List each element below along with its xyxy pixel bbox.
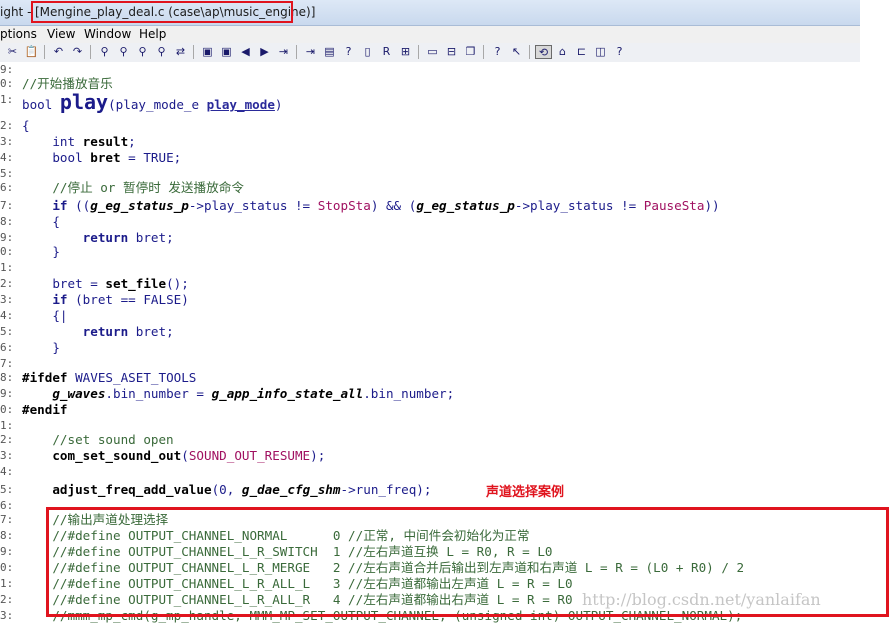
bookmark-next-icon[interactable]: ▣	[218, 45, 235, 59]
paste-icon[interactable]: 📋	[23, 45, 40, 59]
help-cursor-icon[interactable]: ↖	[508, 45, 525, 59]
window-cascade-icon[interactable]: ❐	[462, 45, 479, 59]
toolbar-separator	[529, 45, 530, 59]
menu-window[interactable]: Window	[84, 27, 131, 41]
watermark: http://blog.csdn.net/yanlaifan	[582, 590, 821, 609]
forward-icon[interactable]: ▶	[256, 45, 273, 59]
context-icon[interactable]: ⌂	[554, 45, 571, 59]
line-text: {|	[22, 308, 68, 323]
line-text: return bret;	[22, 324, 174, 339]
line-text: bool play(play_mode_e play_mode)	[22, 90, 283, 114]
toolbar-separator	[44, 45, 45, 59]
toolbar-separator	[90, 45, 91, 59]
redo-icon[interactable]: ↷	[69, 45, 86, 59]
line-text: int result;	[22, 134, 136, 149]
menu-view[interactable]: View	[47, 27, 75, 41]
line-number: 1:	[0, 577, 14, 590]
bookmark-icon[interactable]: ▣	[199, 45, 216, 59]
line-text: {	[22, 214, 60, 229]
app-name: ight -	[0, 5, 32, 19]
toolbar-separator	[483, 45, 484, 59]
line-number: 2:	[0, 119, 14, 132]
line-number: 2:	[0, 593, 14, 606]
line-text: //set sound open	[22, 432, 174, 447]
line-number: 1:	[0, 93, 14, 106]
book-icon[interactable]: ▯	[359, 45, 376, 59]
line-number: 9:	[0, 387, 14, 400]
jump-next-icon[interactable]: ⇥	[302, 45, 319, 59]
menu-bar: ptions View Window Help	[0, 26, 860, 43]
line-number: 0:	[0, 403, 14, 416]
line-text: //停止 or 暂停时 发送播放命令	[22, 180, 244, 195]
lookup-icon[interactable]: ?	[489, 45, 506, 59]
line-text: {	[22, 118, 30, 133]
menu-options[interactable]: ptions	[0, 27, 37, 41]
title-highlight-box	[31, 1, 293, 23]
back-icon[interactable]: ◀	[237, 45, 254, 59]
line-number: 5:	[0, 483, 14, 496]
line-number: 0:	[0, 77, 14, 90]
jump-icon[interactable]: ⇥	[275, 45, 292, 59]
layout-icon[interactable]: ◫	[592, 45, 609, 59]
line-number: 7:	[0, 199, 14, 212]
sync-icon[interactable]: ⟲	[535, 45, 552, 59]
annotation-label: 声道选择案例	[486, 485, 565, 500]
line-text: com_set_sound_out(SOUND_OUT_RESUME);	[22, 448, 326, 463]
line-number: 0:	[0, 561, 14, 574]
line-number: 6:	[0, 181, 14, 194]
line-number: 3:	[0, 449, 14, 462]
line-number: 4:	[0, 465, 14, 478]
line-number: 7:	[0, 513, 14, 526]
line-number: 3:	[0, 609, 14, 622]
line-number: 4:	[0, 151, 14, 164]
find-prev-icon[interactable]: ⚲	[134, 45, 151, 59]
replace-icon[interactable]: ⇄	[172, 45, 189, 59]
line-text: if ((g_eg_status_p->play_status != StopS…	[22, 198, 720, 213]
find-files-icon[interactable]: ⚲	[153, 45, 170, 59]
tree-icon[interactable]: ⊏	[573, 45, 590, 59]
line-number: 2:	[0, 277, 14, 290]
cut-icon[interactable]: ✂	[4, 45, 21, 59]
line-number: 9:	[0, 545, 14, 558]
line-text: bret = set_file();	[22, 276, 189, 291]
window-tile-icon[interactable]: ⊞	[397, 45, 414, 59]
info-icon[interactable]: ?	[611, 45, 628, 59]
menu-help[interactable]: Help	[139, 27, 166, 41]
line-number: 6:	[0, 341, 14, 354]
line-number: 3:	[0, 293, 14, 306]
find-next-icon[interactable]: ⚲	[115, 45, 132, 59]
line-number: 8:	[0, 529, 14, 542]
right-blank	[860, 0, 895, 62]
line-number: 3:	[0, 135, 14, 148]
line-text: adjust_freq_add_value(0, g_dae_cfg_shm->…	[22, 482, 432, 497]
toolbar-separator	[296, 45, 297, 59]
symbol-window-icon[interactable]: ▤	[321, 45, 338, 59]
line-number: 4:	[0, 309, 14, 322]
line-text: #endif	[22, 402, 68, 417]
line-number: 1:	[0, 261, 14, 274]
toolbar: ✂ 📋 ↶ ↷ ⚲ ⚲ ⚲ ⚲ ⇄ ▣ ▣ ◀ ▶ ⇥ ⇥ ▤? ▯ R ⊞ ▭ ⊟ ❐? ↖ ⟲ ⌂ ⊏ ◫?	[0, 43, 860, 63]
undo-icon[interactable]: ↶	[50, 45, 67, 59]
line-number: 8:	[0, 371, 14, 384]
line-number: 0:	[0, 245, 14, 258]
line-text: }	[22, 244, 60, 259]
relation-icon[interactable]: R	[378, 45, 395, 59]
browse-icon[interactable]: ?	[340, 45, 357, 59]
line-text: #ifdef WAVES_ASET_TOOLS	[22, 370, 197, 385]
line-number: 8:	[0, 215, 14, 228]
line-text: g_waves.bin_number = g_app_info_state_al…	[22, 386, 455, 401]
find-icon[interactable]: ⚲	[96, 45, 113, 59]
toolbar-separator	[418, 45, 419, 59]
window-split-icon[interactable]: ⊟	[443, 45, 460, 59]
line-text: bool bret = TRUE;	[22, 150, 182, 165]
line-text: if (bret == FALSE)	[22, 292, 189, 307]
window-single-icon[interactable]: ▭	[424, 45, 441, 59]
window-titlebar: ight - [Mengine_play_deal.c (case\ap\mus…	[0, 0, 860, 26]
line-number: 5:	[0, 325, 14, 338]
toolbar-separator	[193, 45, 194, 59]
line-text: }	[22, 340, 60, 355]
line-number: 2:	[0, 433, 14, 446]
